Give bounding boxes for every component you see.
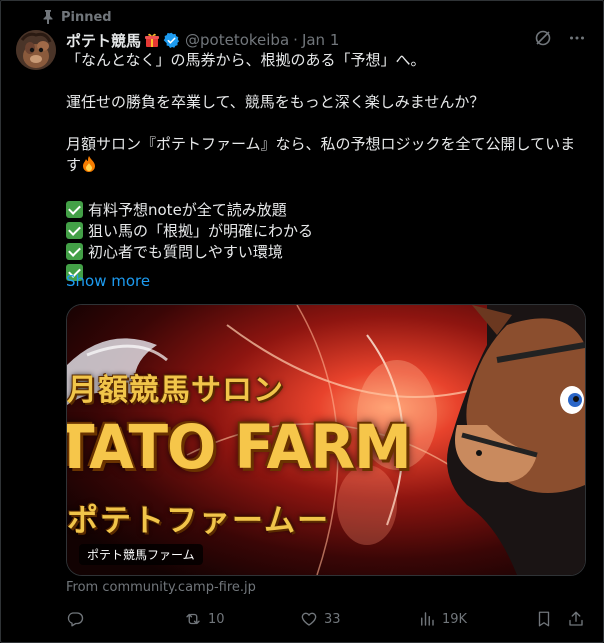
check-mark-icon — [66, 222, 83, 239]
separator-dot: · — [293, 31, 298, 49]
reply-icon — [66, 610, 84, 628]
tweet-date[interactable]: Jan 1 — [302, 31, 339, 49]
repost-count: 10 — [208, 611, 225, 627]
like-count: 33 — [324, 611, 341, 627]
tweet-text: 「なんとなく」の馬券から、根拠のある「予想」へ。 運任せの勝負を卒業して、競馬を… — [66, 50, 586, 284]
tweet-line: 月額サロン『ポテトファーム』なら、私の予想ロジックを全て公開していま — [66, 135, 576, 153]
author-handle[interactable]: @potetokeiba — [185, 31, 289, 49]
repost-button[interactable]: 10 — [184, 610, 225, 628]
more-icon[interactable] — [568, 29, 586, 51]
share-button[interactable] — [567, 610, 585, 628]
reply-button[interactable] — [66, 610, 90, 628]
views-count: 19K — [442, 611, 468, 627]
pinned-indicator: Pinned — [42, 8, 112, 26]
like-icon — [300, 610, 318, 628]
fire-emoji-icon — [81, 155, 97, 179]
share-icon — [567, 610, 585, 628]
pin-icon — [42, 10, 54, 24]
grok-icon[interactable] — [534, 29, 552, 51]
tweet-line: す — [66, 156, 82, 174]
check-mark-icon — [66, 201, 83, 218]
checklist-item: 有料予想noteが全て読み放題 — [66, 200, 586, 221]
banner-subtitle: ポテトファームー — [67, 503, 331, 539]
verified-badge-icon — [163, 32, 180, 49]
banner-title: 月額競馬サロン — [67, 373, 284, 408]
card-source[interactable]: From community.camp-fire.jp — [66, 580, 256, 595]
checklist-text: 初心者でも質問しやすい環境 — [88, 243, 283, 261]
checklist-text: 狙い馬の「根拠」が明確にわかる — [88, 222, 314, 240]
show-more-link[interactable]: Show more — [66, 272, 150, 290]
gift-emoji-icon — [144, 32, 160, 48]
avatar[interactable] — [16, 30, 56, 70]
tweet-header: ポテト競馬 @potetokeiba · Jan 1 — [66, 30, 586, 50]
pinned-label: Pinned — [61, 9, 112, 25]
card-label: ポテト競馬ファーム — [79, 544, 203, 565]
views-button[interactable]: 19K — [418, 610, 467, 628]
checklist-item: 初心者でも質問しやすい環境 — [66, 242, 586, 263]
like-button[interactable]: 33 — [300, 610, 341, 628]
action-bar: 10 33 19K — [66, 610, 586, 630]
author-name[interactable]: ポテト競馬 — [66, 30, 141, 51]
checklist-item: 狙い馬の「根拠」が明確にわかる — [66, 221, 586, 242]
bookmark-icon — [535, 610, 553, 628]
checklist-text: 有料予想noteが全て読み放題 — [88, 201, 287, 219]
tweet-line: 「なんとなく」の馬券から、根拠のある「予想」へ。 — [66, 51, 426, 69]
tweet-line-wrap: す — [66, 155, 586, 179]
check-mark-icon — [66, 243, 83, 260]
banner-logo-text: TATO FARM — [66, 411, 412, 483]
link-card[interactable]: 月額競馬サロン TATO FARM ポテトファームー ポテト競馬ファーム — [66, 304, 586, 576]
views-icon — [418, 610, 436, 628]
tweet-line: 運任せの勝負を卒業して、競馬をもっと深く楽しみませんか？ — [66, 93, 485, 111]
repost-icon — [184, 610, 202, 628]
bookmark-button[interactable] — [535, 610, 553, 628]
